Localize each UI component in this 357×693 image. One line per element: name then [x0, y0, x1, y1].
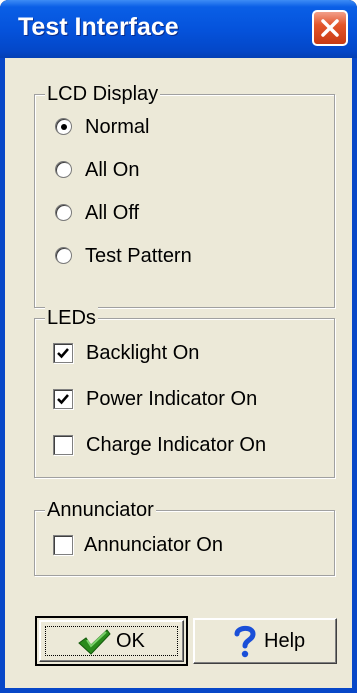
ok-button[interactable]: OK [39, 620, 184, 662]
leds-group: LEDs Backlight On Power Indicator On Cha… [34, 307, 335, 478]
lcd-display-group: LCD Display Normal All On All Off Test P… [34, 83, 335, 308]
question-mark-icon [234, 625, 256, 658]
checkbox[interactable] [53, 435, 73, 455]
checkbox-charge-indicator-on[interactable]: Charge Indicator On [53, 433, 313, 459]
dialog-window: Test Interface LCD Display Normal All On… [0, 0, 357, 693]
checkbox-annunciator-on[interactable]: Annunciator On [53, 533, 313, 559]
radio-all-on[interactable]: All On [55, 158, 255, 184]
radio-button[interactable] [55, 118, 72, 135]
checkbox-label: Charge Indicator On [86, 434, 267, 456]
radio-label: All Off [85, 202, 140, 224]
radio-label: Normal [85, 116, 150, 138]
close-button[interactable] [312, 10, 348, 46]
dialog-client-area: LCD Display Normal All On All Off Test P… [5, 58, 352, 688]
checkmark-icon [57, 394, 69, 405]
ok-button-label: OK [116, 630, 145, 652]
radio-label: All On [85, 159, 140, 181]
checkbox[interactable] [53, 343, 73, 363]
annunciator-group-label: Annunciator [45, 499, 156, 521]
close-icon [321, 19, 339, 37]
radio-button[interactable] [55, 204, 72, 221]
checkmark-icon [57, 348, 69, 359]
window-frame-right [352, 58, 357, 693]
window-title: Test Interface [18, 13, 179, 41]
checkbox[interactable] [53, 389, 73, 409]
ok-button-default-border: OK [35, 616, 188, 666]
leds-group-label: LEDs [45, 307, 98, 329]
checkbox-power-indicator-on[interactable]: Power Indicator On [53, 387, 313, 413]
radio-button[interactable] [55, 161, 72, 178]
help-button-label: Help [264, 630, 306, 652]
window-frame-bottom [0, 688, 357, 693]
radio-button[interactable] [55, 247, 72, 264]
checkbox-label: Annunciator On [84, 534, 223, 556]
checkbox-label: Backlight On [86, 342, 200, 364]
checkmark-icon [78, 629, 111, 655]
checkbox[interactable] [53, 535, 73, 555]
radio-normal[interactable]: Normal [55, 115, 255, 141]
radio-test-pattern[interactable]: Test Pattern [55, 244, 255, 270]
radio-selected-dot [61, 124, 67, 130]
radio-label: Test Pattern [85, 245, 192, 267]
checkbox-label: Power Indicator On [86, 388, 258, 410]
checkbox-backlight-on[interactable]: Backlight On [53, 341, 313, 367]
annunciator-group: Annunciator Annunciator On [34, 499, 335, 576]
help-button[interactable]: Help [193, 618, 337, 664]
radio-all-off[interactable]: All Off [55, 201, 255, 227]
lcd-display-group-label: LCD Display [45, 83, 161, 105]
title-bar[interactable]: Test Interface [0, 0, 357, 58]
